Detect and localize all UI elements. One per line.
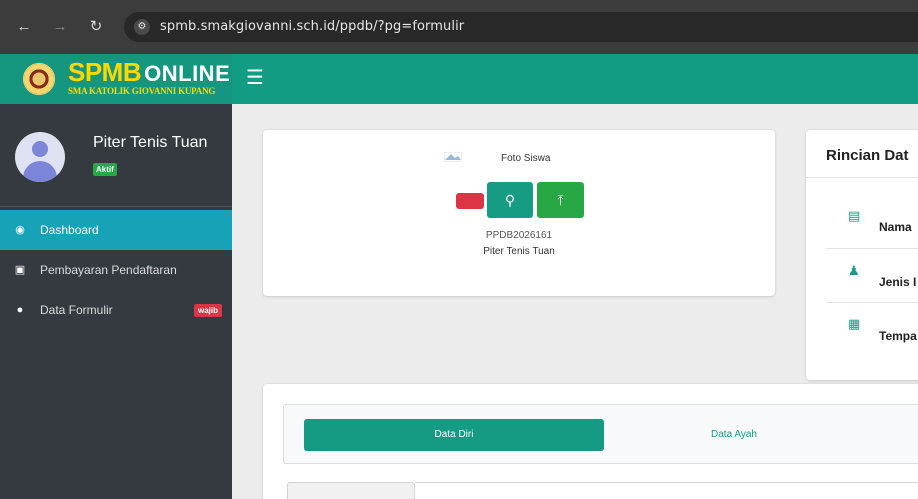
divider — [826, 248, 918, 249]
status-badge: Aktif — [93, 163, 117, 176]
brand-online: ONLINE — [144, 61, 231, 86]
search-key-icon: ⚲ — [504, 192, 516, 208]
tab-data-diri[interactable]: Data Diri — [304, 419, 604, 451]
upload-photo-button[interactable]: ⤒ — [537, 182, 584, 218]
photo-alt-label: Foto Siswa — [501, 153, 551, 164]
sub-tab[interactable] — [287, 482, 415, 499]
view-photo-button[interactable]: ⚲ — [487, 182, 533, 218]
divider — [826, 302, 918, 303]
hamburger-menu-icon[interactable]: ☰ — [246, 68, 268, 88]
user-circle-icon: ● — [16, 304, 24, 316]
user-panel: Piter Tenis Tuan Aktif — [0, 104, 232, 207]
brand-school-name: SMA KATOLIK GIOVANNI KUPANG — [68, 86, 216, 96]
sidebar-item-pembayaran[interactable]: ▣ Pembayaran Pendaftaran — [0, 250, 232, 290]
brand-logo-area[interactable]: SPMB ONLINE SMA KATOLIK GIOVANNI KUPANG — [0, 54, 232, 104]
book-icon: ▤ — [848, 208, 861, 223]
delete-photo-button[interactable] — [456, 193, 484, 209]
brand-title: SPMB ONLINE — [68, 58, 230, 88]
sidebar-item-data-formulir[interactable]: ● Data Formulir wajib — [0, 290, 232, 330]
upload-icon: ⤒ — [557, 192, 564, 208]
registration-number: PPDB2026161 — [485, 230, 553, 241]
address-bar[interactable]: ⚙ spmb.smakgiovanni.sch.id/ppdb/?pg=form… — [124, 12, 918, 42]
back-arrow-icon[interactable]: ← — [14, 17, 34, 37]
browser-toolbar: ← → ↻ ⚙ spmb.smakgiovanni.sch.id/ppdb/?p… — [0, 0, 918, 54]
site-settings-icon[interactable]: ⚙ — [134, 19, 150, 35]
rincian-title: Rincian Dat — [826, 147, 909, 164]
calendar-icon: ▦ — [848, 316, 861, 331]
url-text[interactable]: spmb.smakgiovanni.sch.id/ppdb/?pg=formul… — [160, 19, 464, 34]
divider — [806, 177, 918, 178]
rincian-row-label: Nama — [879, 220, 912, 234]
avatar — [15, 132, 65, 182]
rincian-card: Rincian Dat ▤ Nama ♟ Jenis I ▦ Tempa — [806, 130, 918, 380]
divider — [415, 482, 918, 483]
sidebar-item-label: Dashboard — [40, 223, 99, 237]
sidebar-item-dashboard[interactable]: ◉ Dashboard — [0, 210, 232, 250]
user-name: Piter Tenis Tuan — [93, 134, 208, 151]
student-photo-card: Foto Siswa ⚲ ⤒ PPDB2026161 Piter Tenis T… — [263, 130, 775, 296]
student-name: Piter Tenis Tuan — [483, 246, 555, 257]
top-navbar: ☰ — [232, 54, 918, 104]
rincian-row-label: Jenis I — [879, 275, 917, 289]
school-seal-icon — [23, 63, 55, 95]
rincian-row-label: Tempa — [879, 329, 917, 343]
required-badge: wajib — [193, 304, 222, 317]
dashboard-icon: ◉ — [15, 224, 25, 236]
forward-arrow-icon[interactable]: → — [50, 17, 70, 37]
form-tabs: Data Diri Data Ayah — [283, 404, 918, 464]
users-icon: ♟ — [848, 263, 860, 278]
broken-image-icon — [444, 152, 462, 162]
reload-icon[interactable]: ↻ — [86, 17, 106, 37]
money-icon: ▣ — [14, 264, 26, 276]
sidebar-item-label: Data Formulir — [40, 303, 113, 317]
sidebar: Piter Tenis Tuan Aktif ◉ Dashboard ▣ Pem… — [0, 104, 232, 499]
tab-data-ayah[interactable]: Data Ayah — [644, 419, 824, 451]
brand-spmb: SPMB — [68, 57, 142, 87]
sidebar-item-label: Pembayaran Pendaftaran — [40, 263, 177, 277]
formulir-card: Data Diri Data Ayah — [263, 384, 918, 499]
